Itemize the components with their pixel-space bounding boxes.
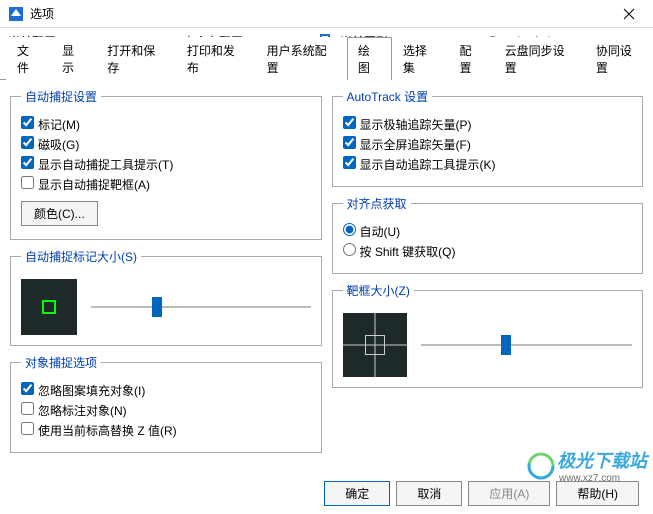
- marker-size-legend: 自动捕捉标记大小(S): [21, 248, 141, 265]
- autotrack-group: AutoTrack 设置 显示极轴追踪矢量(P) 显示全屏追踪矢量(F) 显示自…: [332, 88, 644, 187]
- snap-tooltip-checkbox[interactable]: 显示自动捕捉工具提示(T): [21, 156, 173, 173]
- marker-checkbox[interactable]: 标记(M): [21, 116, 80, 133]
- tab-open-save[interactable]: 打开和保存: [96, 37, 176, 80]
- tab-profiles[interactable]: 配置: [449, 37, 494, 80]
- tab-user-pref[interactable]: 用户系统配置: [256, 37, 347, 80]
- autosnap-legend: 自动捕捉设置: [21, 88, 101, 105]
- apply-button[interactable]: 应用(A): [468, 481, 550, 506]
- tab-drafting[interactable]: 绘图: [347, 37, 392, 80]
- replace-z-checkbox[interactable]: 使用当前标高替换 Z 值(R): [21, 422, 177, 439]
- content-area: 自动捕捉设置 标记(M) 磁吸(G) 显示自动捕捉工具提示(T) 显示自动捕捉靶…: [0, 80, 653, 461]
- polar-checkbox[interactable]: 显示极轴追踪矢量(P): [343, 116, 472, 133]
- aperture-size-group: 靶框大小(Z): [332, 282, 644, 388]
- window-title: 选项: [30, 5, 609, 22]
- left-column: 自动捕捉设置 标记(M) 磁吸(G) 显示自动捕捉工具提示(T) 显示自动捕捉靶…: [10, 88, 322, 453]
- ok-button[interactable]: 确定: [324, 481, 390, 506]
- tab-collab[interactable]: 协同设置: [585, 37, 653, 80]
- ignore-dim-checkbox[interactable]: 忽略标注对象(N): [21, 402, 127, 419]
- help-button[interactable]: 帮助(H): [556, 481, 639, 506]
- cancel-button[interactable]: 取消: [396, 481, 462, 506]
- aperture-checkbox[interactable]: 显示自动捕捉靶框(A): [21, 176, 150, 193]
- aperture-preview-square: [365, 335, 385, 355]
- osnap-options-legend: 对象捕捉选项: [21, 354, 101, 371]
- alignment-legend: 对齐点获取: [343, 195, 411, 212]
- app-icon: [8, 6, 24, 22]
- footer-buttons: 确定 取消 应用(A) 帮助(H): [324, 481, 639, 506]
- ignore-hatch-checkbox[interactable]: 忽略图案填充对象(I): [21, 382, 145, 399]
- magnet-checkbox[interactable]: 磁吸(G): [21, 136, 79, 153]
- aperture-size-legend: 靶框大小(Z): [343, 282, 414, 299]
- osnap-options-group: 对象捕捉选项 忽略图案填充对象(I) 忽略标注对象(N) 使用当前标高替换 Z …: [10, 354, 322, 453]
- marker-size-slider[interactable]: [91, 297, 311, 317]
- slider-thumb[interactable]: [501, 335, 511, 355]
- tab-cloud[interactable]: 云盘同步设置: [494, 37, 585, 80]
- tab-strip: 文件 显示 打开和保存 打印和发布 用户系统配置 绘图 选择集 配置 云盘同步设…: [0, 54, 653, 80]
- auto-radio[interactable]: 自动(U): [343, 223, 401, 240]
- tab-file[interactable]: 文件: [6, 37, 51, 80]
- slider-thumb[interactable]: [152, 297, 162, 317]
- tab-plot[interactable]: 打印和发布: [176, 37, 256, 80]
- colors-button[interactable]: 颜色(C)...: [21, 201, 98, 226]
- autotrack-legend: AutoTrack 设置: [343, 88, 433, 105]
- marker-preview: [21, 279, 77, 335]
- right-column: AutoTrack 设置 显示极轴追踪矢量(P) 显示全屏追踪矢量(F) 显示自…: [332, 88, 644, 453]
- marker-size-group: 自动捕捉标记大小(S): [10, 248, 322, 346]
- tab-selection[interactable]: 选择集: [392, 37, 449, 80]
- tab-display[interactable]: 显示: [51, 37, 96, 80]
- aperture-preview: [343, 313, 407, 377]
- alignment-group: 对齐点获取 自动(U) 按 Shift 键获取(Q): [332, 195, 644, 274]
- autosnap-group: 自动捕捉设置 标记(M) 磁吸(G) 显示自动捕捉工具提示(T) 显示自动捕捉靶…: [10, 88, 322, 240]
- titlebar: 选项: [0, 0, 653, 28]
- close-icon: [623, 8, 635, 20]
- fullscreen-checkbox[interactable]: 显示全屏追踪矢量(F): [343, 136, 471, 153]
- aperture-size-slider[interactable]: [421, 335, 633, 355]
- shift-radio[interactable]: 按 Shift 键获取(Q): [343, 243, 456, 260]
- track-tooltip-checkbox[interactable]: 显示自动追踪工具提示(K): [343, 156, 496, 173]
- close-button[interactable]: [609, 0, 649, 28]
- marker-preview-square: [42, 300, 56, 314]
